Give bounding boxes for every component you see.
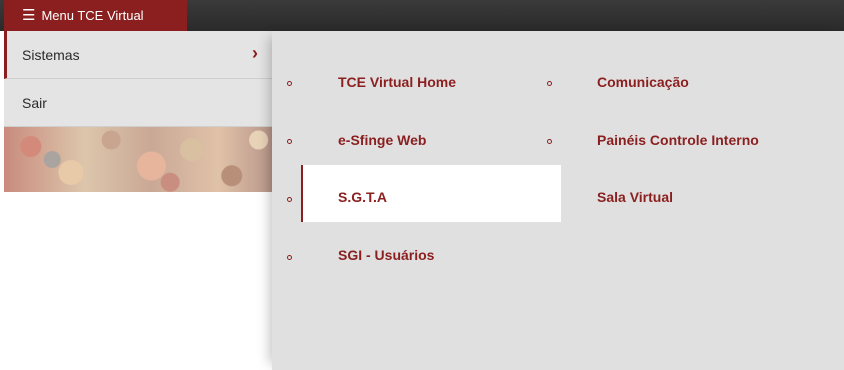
sidebar-item-label: Sair (22, 94, 47, 111)
link-paineis-controle-interno[interactable]: Painéis Controle Interno (597, 132, 759, 148)
link-tce-virtual-home[interactable]: TCE Virtual Home (338, 74, 456, 90)
bullet-icon (547, 81, 552, 86)
bullet-icon (287, 197, 292, 202)
sidebar-item-label: Sistemas (22, 46, 80, 63)
sidebar-item-sair[interactable]: Sair (4, 79, 272, 127)
menu-button-label: Menu TCE Virtual (41, 8, 144, 23)
sidebar-item-sistemas[interactable]: Sistemas › (4, 31, 272, 79)
chevron-right-icon: › (252, 43, 258, 63)
link-sala-virtual[interactable]: Sala Virtual (597, 189, 673, 205)
bullet-icon (287, 255, 292, 260)
link-comunicacao[interactable]: Comunicação (597, 74, 689, 90)
link-e-sfinge-web[interactable]: e-Sfinge Web (338, 132, 426, 148)
bullet-icon (287, 81, 292, 86)
link-sgta[interactable]: S.G.T.A (338, 189, 387, 205)
link-sgi-usuarios[interactable]: SGI - Usuários (338, 247, 434, 263)
bullet-icon (287, 139, 292, 144)
top-bar: ☰ Menu TCE Virtual (0, 0, 844, 31)
submenu-panel: TCE Virtual Home e-Sfinge Web S.G.T.A SG… (272, 31, 844, 370)
menu-button[interactable]: ☰ Menu TCE Virtual (4, 0, 187, 31)
hamburger-icon: ☰ (22, 7, 36, 24)
bullet-icon (547, 139, 552, 144)
sidebar: Sistemas › Sair (4, 31, 272, 192)
decorative-banner (4, 127, 272, 192)
